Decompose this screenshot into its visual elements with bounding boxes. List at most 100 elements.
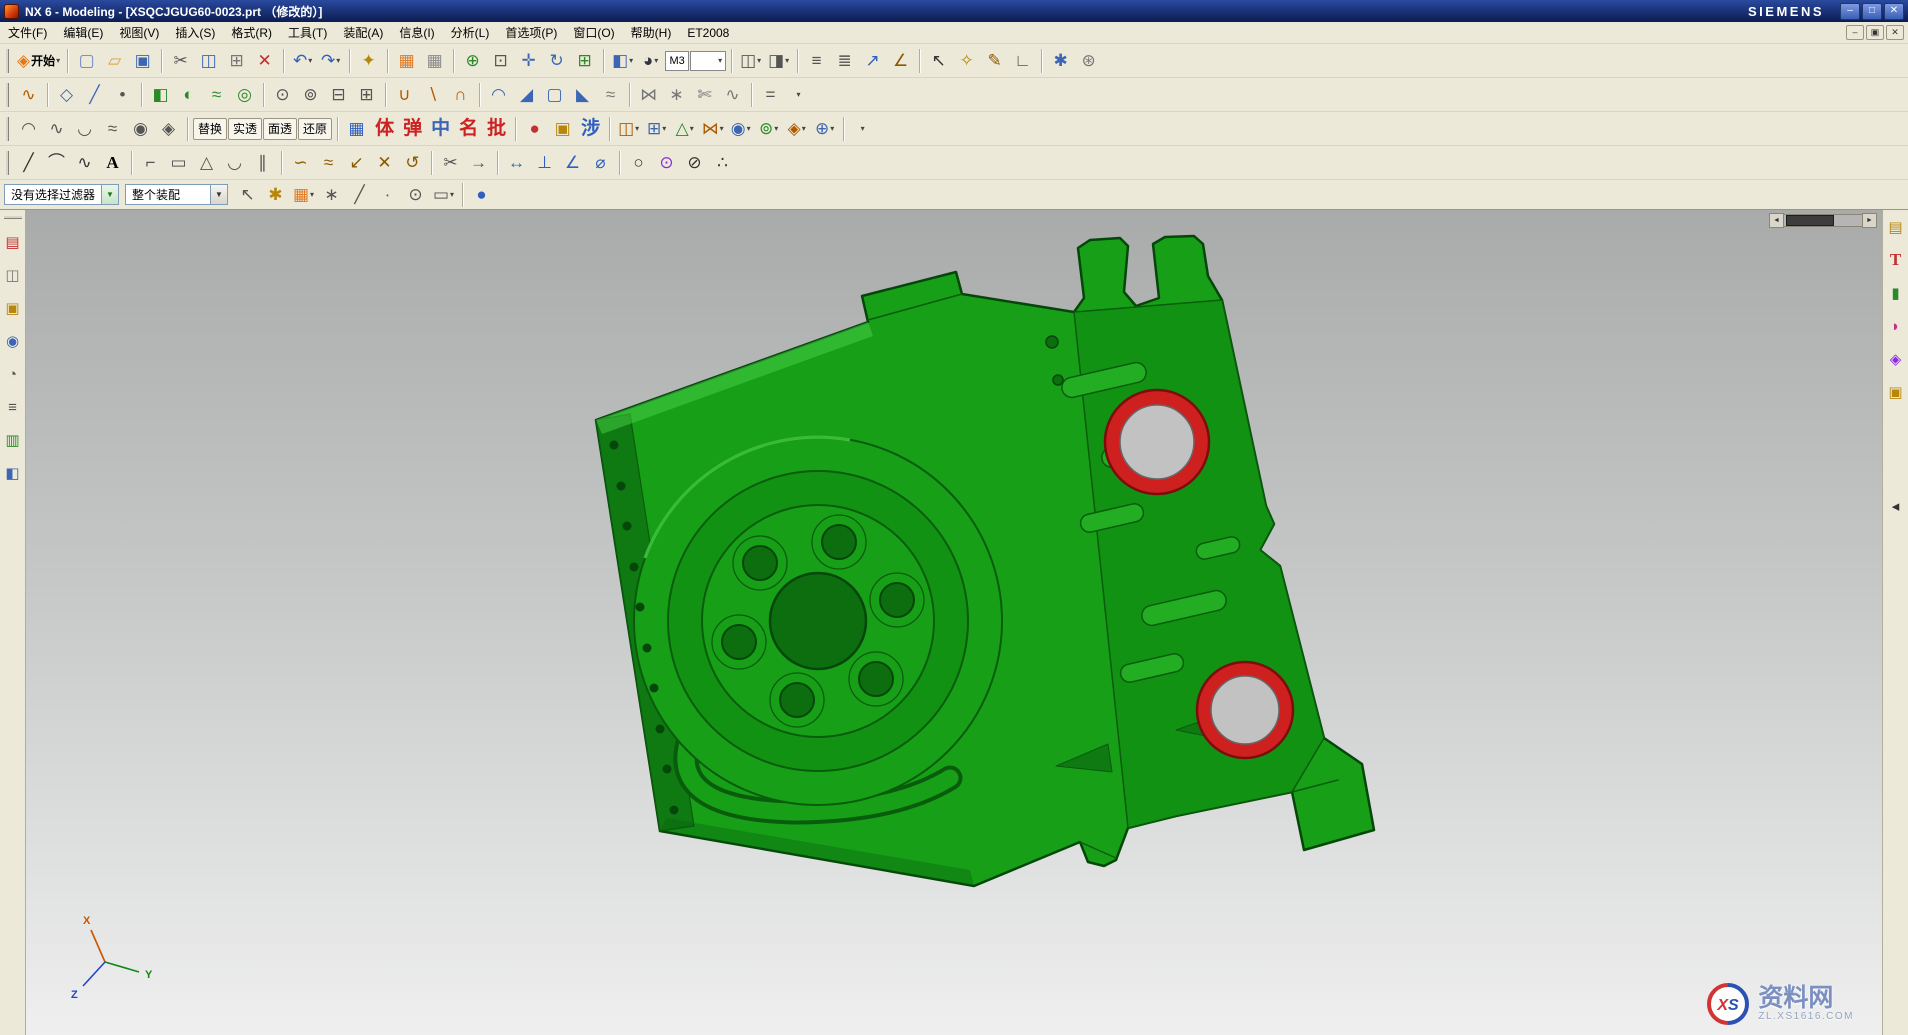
redo-button[interactable]: ↷▾ [317,47,344,74]
start-button[interactable]: ◈开始▾ [15,47,62,74]
annotate-button[interactable]: ✎ [981,47,1008,74]
rectangle-button[interactable]: ▭ [165,149,192,176]
angle-button[interactable]: ∠ [559,149,586,176]
center-mark-button[interactable]: 中 [427,115,454,142]
rotate-view-button[interactable]: ↻ [543,47,570,74]
helix-button[interactable]: ↺ [399,149,426,176]
unite-button[interactable]: ∪ [391,81,418,108]
pattern-feature-button[interactable]: ∗ [663,81,690,108]
minimize-button[interactable]: – [1840,3,1860,20]
perpendicular-button[interactable]: ⊥ [531,149,558,176]
polygon-button[interactable]: △ [193,149,220,176]
ellipse-button[interactable]: ⊘ [681,149,708,176]
dock-target-icon[interactable]: ◉ [2,330,24,352]
menu-edit[interactable]: 编辑(E) [55,21,111,44]
new-file-button[interactable]: ▢ [73,47,100,74]
offset-curve-button[interactable]: ∥ [249,149,276,176]
dimension-button[interactable]: ↔ [503,149,530,176]
toolbar-grip[interactable] [6,83,11,107]
tube-button[interactable]: ◎ [231,81,258,108]
snap-mid-button[interactable]: ∙ [374,181,401,208]
select-cursor-button[interactable]: ↖ [925,47,952,74]
assembly-navigator-icon[interactable]: ▤ [1885,216,1907,238]
mirror-feature-button[interactable]: ⋈ [635,81,662,108]
zoom-window-button[interactable]: ⊡ [487,47,514,74]
selection-filter-combo[interactable]: 没有选择过滤器 ▼ [4,184,119,205]
sew-button[interactable]: ∿ [719,81,746,108]
delete-button[interactable]: ✕ [251,47,278,74]
graphics-viewport[interactable]: X Y Z ◄ ► XS [26,210,1882,1035]
zoom-button[interactable]: ⊕ [459,47,486,74]
text-button[interactable]: A [99,149,126,176]
line-button[interactable]: ╱ [15,149,42,176]
shaded-view-button[interactable]: ◧▾ [609,47,636,74]
datum-display-button[interactable]: ↗ [859,47,886,74]
collapse-resource-button[interactable]: ◂ [1885,495,1907,517]
model-ring-boss[interactable] [634,437,1002,805]
springback-button[interactable]: 弹 [399,115,426,142]
quick-pick-button[interactable]: ✧ [953,47,980,74]
dock-palette-icon[interactable]: ▥ [2,429,24,451]
dock-folder-icon[interactable]: ▣ [2,297,24,319]
profile-button[interactable]: ⌐ [137,149,164,176]
menu-analysis[interactable]: 分析(L) [443,21,498,44]
circle-button[interactable]: ○ [625,149,652,176]
menu-preferences[interactable]: 首选项(P) [497,21,565,44]
datum-plane-button[interactable]: ◇ [53,81,80,108]
thread-button[interactable]: ≈ [597,81,624,108]
model-canvas[interactable]: X Y Z [26,210,1882,1035]
intersect-button[interactable]: ∩ [447,81,474,108]
sketch-button[interactable]: ∿ [15,81,42,108]
intersection-curve-button[interactable]: ✕ [371,149,398,176]
layer-visible-button[interactable]: ≣ [831,47,858,74]
snap-settings-button[interactable]: ⊛ [1075,47,1102,74]
more-commands-button[interactable]: ▾ [785,81,812,108]
dock-template-icon[interactable]: ▤ [2,231,24,253]
extend-curve-button[interactable]: → [465,149,492,176]
scrollbar-thumb[interactable] [1786,215,1834,226]
concentric-button[interactable]: ⊙ [653,149,680,176]
menu-file[interactable]: 文件(F) [0,21,55,44]
batch-button[interactable]: 批 [483,115,510,142]
new-window-button[interactable]: ◫▾ [737,47,764,74]
assembly-explode-button[interactable]: ◈▾ [783,115,810,142]
assembly-sequence-button[interactable]: ⊕▾ [811,115,838,142]
fillet-curve-button[interactable]: ◡ [221,149,248,176]
point-button[interactable]: • [109,81,136,108]
combo-arrow-icon[interactable]: ▼ [210,185,227,204]
assembly-open-button[interactable]: ⊞▾ [643,115,670,142]
touch-mode-button[interactable]: ▦ [393,47,420,74]
view-preset-combo[interactable]: ▾ [690,51,726,71]
section-view-button[interactable]: ◠ [15,115,42,142]
model-red-hole-top[interactable] [1105,390,1209,494]
measure-button[interactable]: ∠ [887,47,914,74]
menu-window[interactable]: 窗口(O) [565,21,622,44]
rectangle-select-button[interactable]: ▭▾ [430,181,457,208]
dock-history-icon[interactable]: ◔ [2,363,24,385]
name-display-button[interactable]: 名 [455,115,482,142]
highlight-button[interactable]: ✱ [262,181,289,208]
reuse-library-icon[interactable]: ▮ [1885,282,1907,304]
undo-button[interactable]: ↶▾ [289,47,316,74]
face-translucency-button[interactable]: 面透 [263,118,297,140]
boss-button[interactable]: ⊚ [297,81,324,108]
scroll-right-button[interactable]: ► [1862,213,1877,228]
gold-part-button[interactable]: ▣ [549,115,576,142]
dock-list-icon[interactable]: ≡ [2,396,24,418]
toolbar-grip[interactable] [6,117,11,141]
assembly-find-button[interactable]: ◫▾ [615,115,642,142]
draft-button[interactable]: ◣ [569,81,596,108]
menu-help[interactable]: 帮助(H) [623,21,680,44]
stamp-button[interactable]: ✦ [355,47,382,74]
edge-blend-button[interactable]: ◠ [485,81,512,108]
maximize-button[interactable]: □ [1862,3,1882,20]
fit-view-button[interactable]: ⊞ [571,47,598,74]
assembly-pattern-button[interactable]: ◉▾ [727,115,754,142]
general-selection-button[interactable]: ↖ [234,181,261,208]
highlight-lines-button[interactable]: ◉ [127,115,154,142]
show-body-button[interactable]: 体 [371,115,398,142]
draft-analysis-button[interactable]: ◈ [155,115,182,142]
toolbar-grip[interactable] [6,49,11,73]
paste-button[interactable]: ⊞ [223,47,250,74]
menu-insert[interactable]: 插入(S) [167,21,223,44]
